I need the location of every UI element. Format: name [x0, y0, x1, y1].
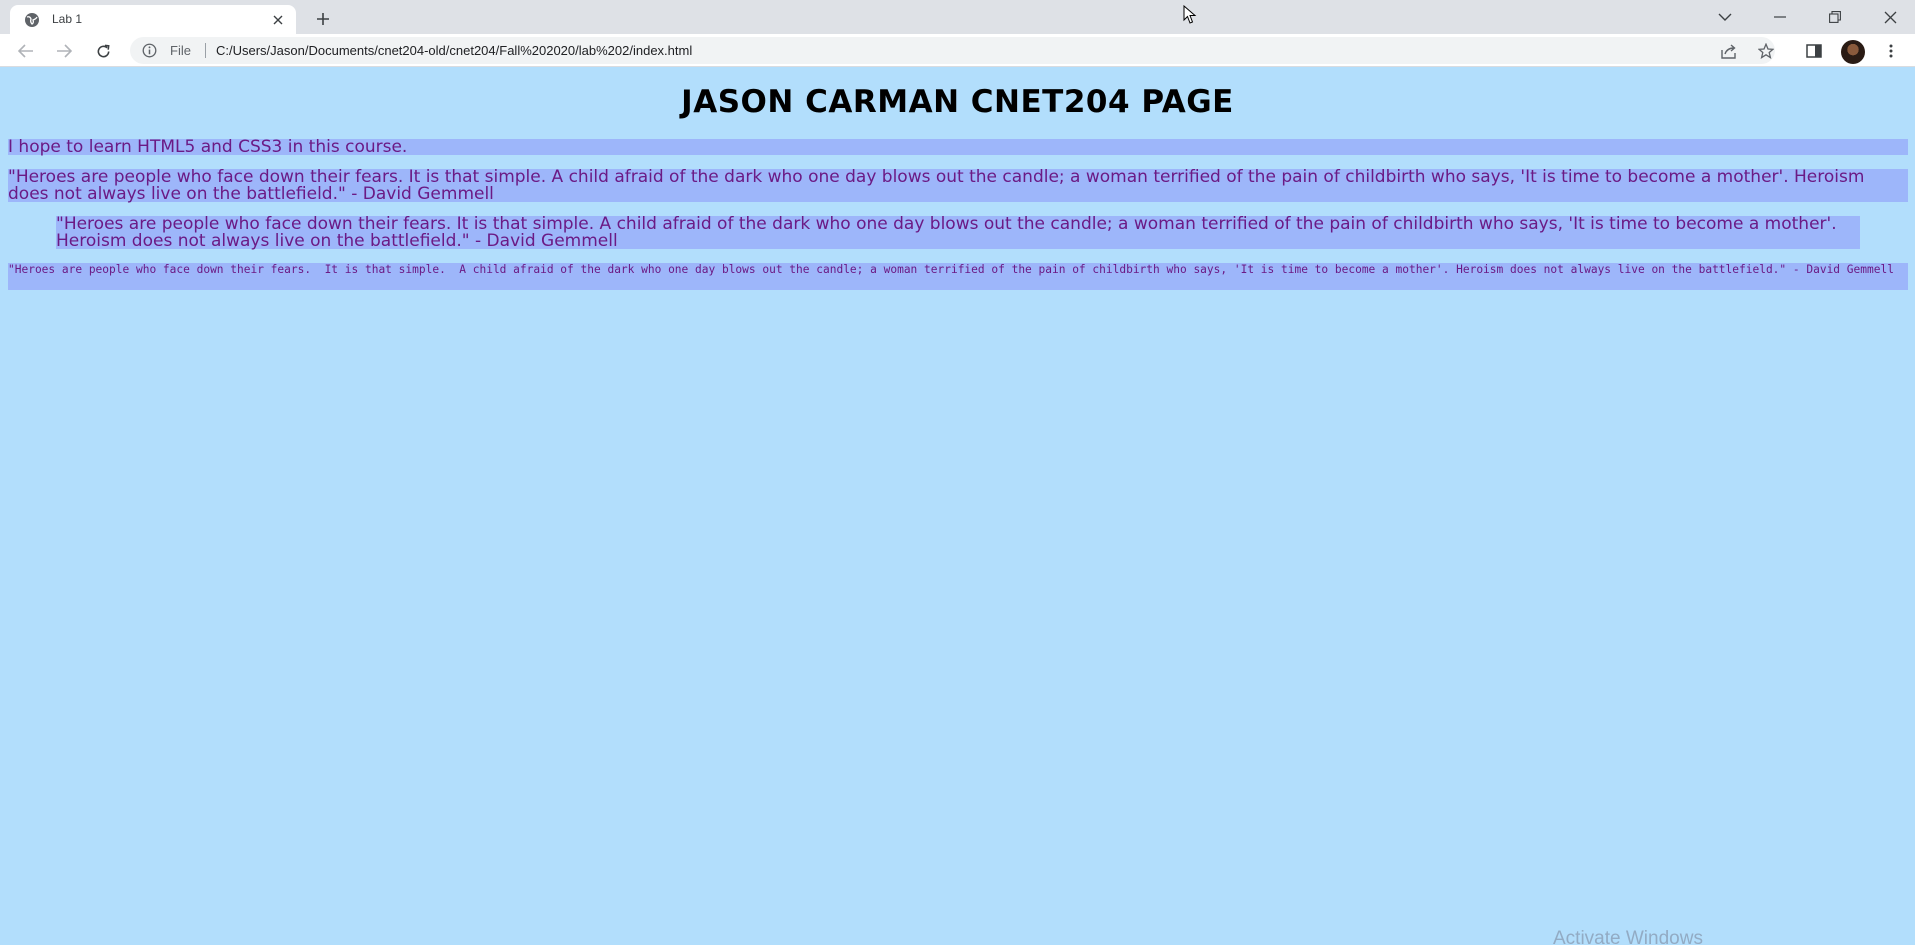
site-scheme-label: File [170, 43, 191, 58]
browser-menu-button[interactable] [1879, 39, 1903, 63]
share-icon [1720, 43, 1736, 59]
reload-icon [97, 44, 110, 57]
close-icon [273, 15, 283, 25]
mouse-cursor-icon [1183, 5, 1197, 24]
close-icon [1884, 11, 1896, 23]
side-panel-icon [1806, 44, 1822, 58]
restore-icon [1829, 11, 1841, 23]
browser-toolbar: File C:/Users/Jason/Documents/cnet204-ol… [0, 34, 1915, 67]
address-bar[interactable]: File C:/Users/Jason/Documents/cnet204-ol… [130, 37, 1775, 64]
page-viewport: JASON CARMAN CNET204 PAGE I hope to lear… [0, 68, 1915, 945]
plus-icon [317, 13, 329, 25]
minimize-button[interactable] [1766, 6, 1794, 28]
activate-windows-watermark: Activate Windows [1553, 928, 1703, 945]
bookmark-button[interactable] [1754, 39, 1778, 63]
omnibox-divider [205, 43, 206, 58]
info-icon[interactable] [142, 43, 157, 58]
new-tab-button[interactable] [312, 8, 334, 30]
globe-icon [25, 13, 39, 27]
restore-button[interactable] [1821, 6, 1849, 28]
browser-tab[interactable]: Lab 1 [10, 5, 296, 34]
chevron-down-icon [1718, 13, 1732, 21]
quote-paragraph: "Heroes are people who face down their f… [8, 169, 1908, 203]
window-close-button[interactable] [1876, 6, 1904, 28]
profile-avatar[interactable] [1841, 40, 1865, 64]
tab-search-button[interactable] [1711, 6, 1739, 28]
share-button[interactable] [1716, 39, 1740, 63]
url-text[interactable]: C:/Users/Jason/Documents/cnet204-old/cne… [216, 43, 692, 58]
tab-close-button[interactable] [268, 10, 288, 30]
star-icon [1758, 43, 1774, 59]
reload-button[interactable] [91, 39, 115, 63]
forward-arrow-icon [57, 44, 72, 58]
side-panel-button[interactable] [1802, 39, 1826, 63]
minimize-icon [1774, 16, 1786, 18]
forward-button[interactable] [52, 39, 76, 63]
intro-paragraph: I hope to learn HTML5 and CSS3 in this c… [8, 139, 1908, 156]
monospace-quote-paragraph: "Heroes are people who face down their f… [8, 263, 1908, 290]
back-arrow-icon [18, 44, 33, 58]
tab-strip: Lab 1 [0, 0, 1915, 34]
indented-quote-paragraph: "Heroes are people who face down their f… [56, 216, 1860, 250]
tab-title: Lab 1 [52, 12, 83, 26]
kebab-menu-icon [1889, 44, 1893, 58]
back-button[interactable] [14, 39, 38, 63]
page-heading: JASON CARMAN CNET204 PAGE [681, 84, 1234, 120]
